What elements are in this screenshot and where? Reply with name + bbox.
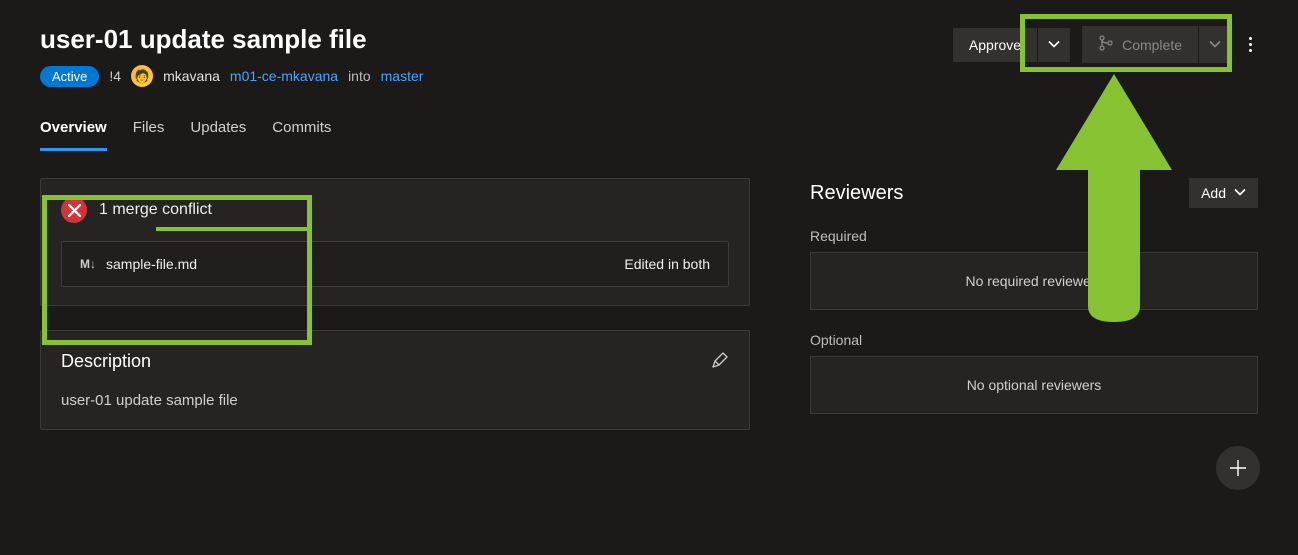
error-icon	[61, 197, 87, 223]
conflict-file-status: Edited in both	[624, 256, 710, 272]
avatar: 🧑	[131, 65, 153, 87]
edit-description-button[interactable]	[711, 351, 729, 372]
complete-button[interactable]: Complete	[1082, 26, 1198, 63]
add-label: Add	[1201, 185, 1226, 201]
complete-label: Complete	[1122, 37, 1182, 53]
conflict-file-row[interactable]: M↓ sample-file.md Edited in both	[61, 241, 729, 287]
page-title: user-01 update sample file	[40, 24, 423, 55]
required-reviewers-box: No required reviewers	[810, 252, 1258, 310]
reviewers-heading: Reviewers	[810, 182, 903, 205]
description-body: user-01 update sample file	[61, 392, 729, 409]
annotation-underline	[156, 227, 310, 231]
chevron-down-icon	[1209, 37, 1221, 53]
plus-icon	[1228, 458, 1248, 478]
complete-dropdown[interactable]	[1198, 26, 1231, 63]
merge-icon	[1098, 35, 1114, 54]
status-badge: Active	[40, 66, 99, 87]
approve-group: Approve	[953, 28, 1070, 62]
tab-overview[interactable]: Overview	[40, 113, 107, 151]
approve-dropdown[interactable]	[1037, 28, 1070, 62]
optional-label: Optional	[810, 332, 1258, 348]
optional-reviewers-box: No optional reviewers	[810, 356, 1258, 414]
more-options-button[interactable]	[1243, 33, 1258, 56]
markdown-file-icon: M↓	[80, 257, 96, 271]
tab-files[interactable]: Files	[133, 113, 165, 151]
description-heading: Description	[61, 351, 151, 372]
chevron-down-icon	[1048, 37, 1060, 53]
add-button[interactable]	[1216, 446, 1260, 490]
merge-conflict-card: 1 merge conflict M↓ sample-file.md Edite…	[40, 178, 750, 306]
header-actions: Approve Complete	[953, 26, 1258, 63]
complete-group: Complete	[1082, 26, 1231, 63]
kebab-icon	[1249, 37, 1252, 52]
required-label: Required	[810, 228, 1258, 244]
chevron-down-icon	[1234, 185, 1246, 201]
add-reviewer-button[interactable]: Add	[1189, 178, 1258, 208]
tab-updates[interactable]: Updates	[190, 113, 246, 151]
into-label: into	[348, 68, 371, 84]
source-branch-link[interactable]: m01-ce-mkavana	[230, 68, 338, 84]
pr-meta-row: Active !4 🧑 mkavana m01-ce-mkavana into …	[40, 65, 423, 87]
tab-bar: Overview Files Updates Commits	[40, 113, 1258, 152]
conflict-count: !4	[109, 68, 121, 84]
description-card: Description user-01 update sample file	[40, 330, 750, 430]
author-name[interactable]: mkavana	[163, 68, 220, 84]
target-branch-link[interactable]: master	[381, 68, 424, 84]
tab-commits[interactable]: Commits	[272, 113, 331, 151]
approve-button[interactable]: Approve	[953, 28, 1037, 62]
conflict-title: 1 merge conflict	[99, 201, 212, 219]
conflict-file-name: sample-file.md	[106, 256, 197, 272]
